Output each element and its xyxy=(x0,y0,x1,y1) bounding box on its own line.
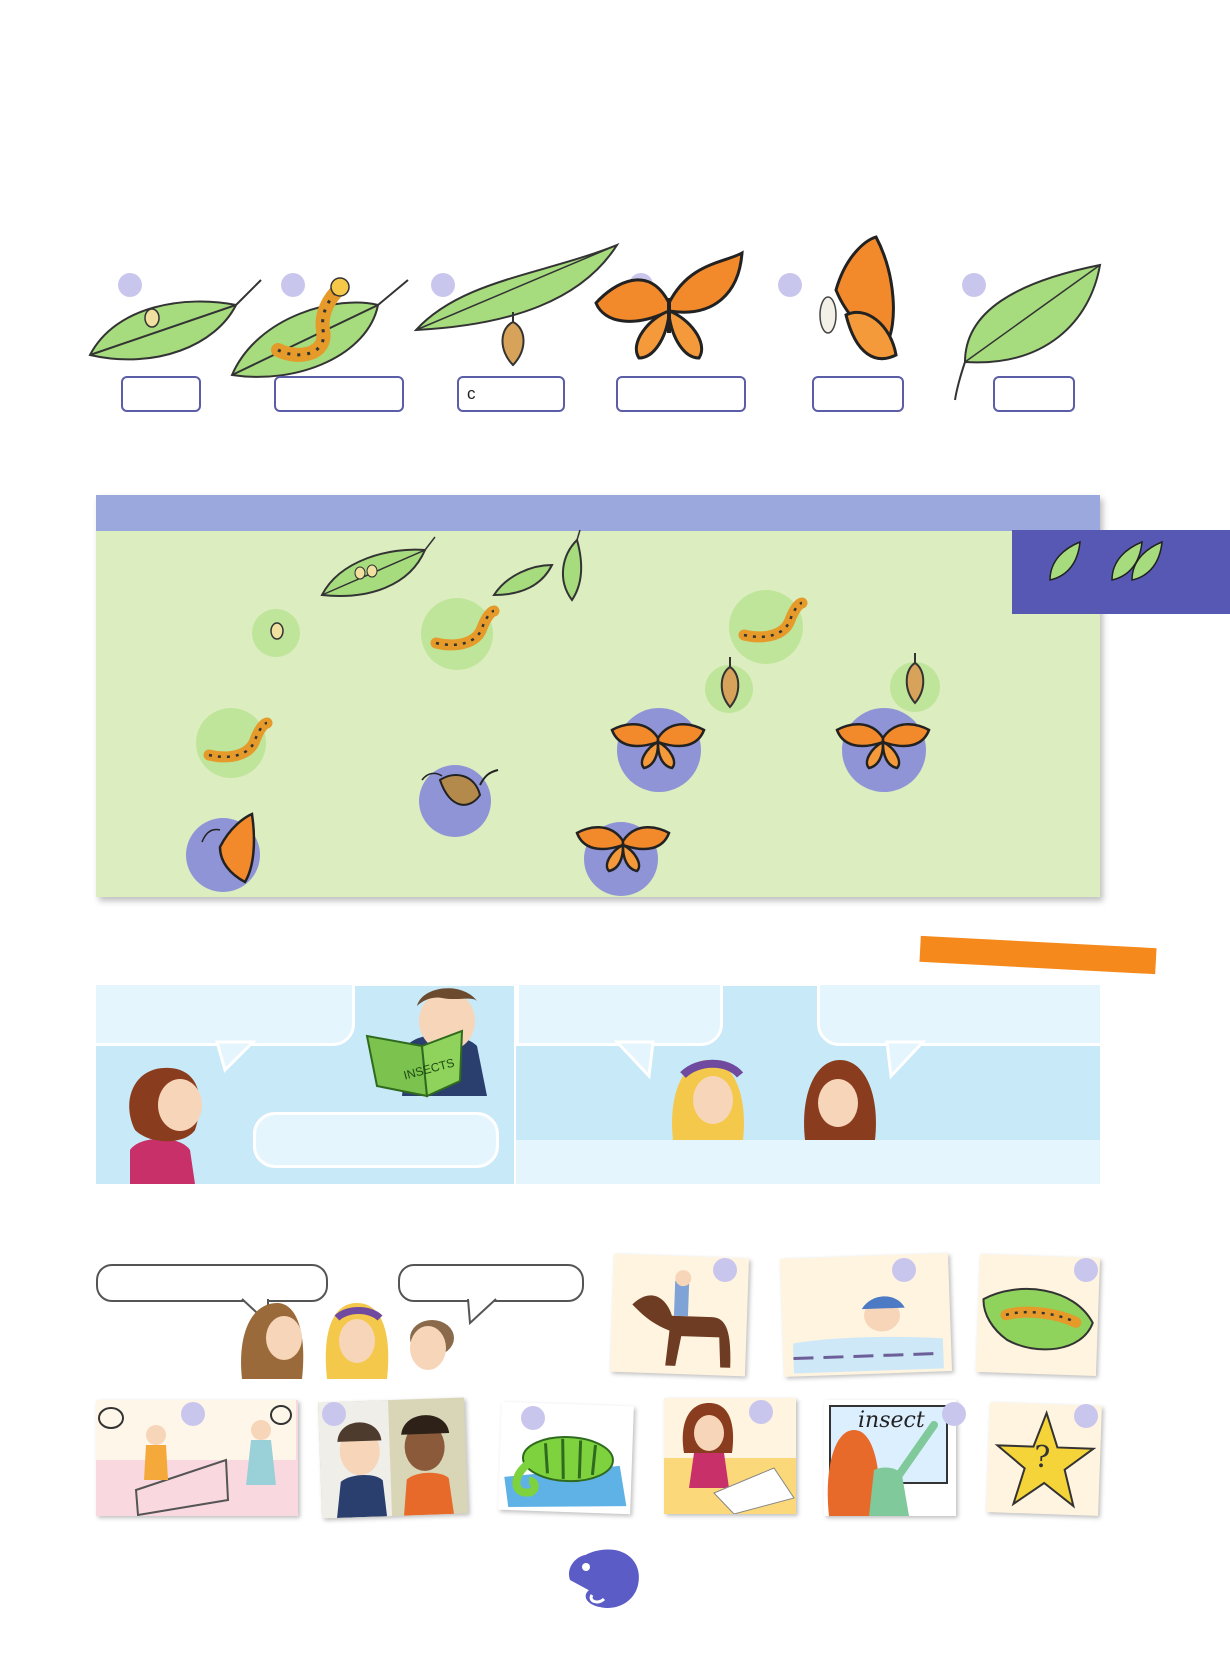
swimmer-icon xyxy=(792,1296,944,1374)
answer-box-2[interactable] xyxy=(274,376,404,412)
number-circle-pic-6 xyxy=(521,1406,545,1430)
butterfly-icon xyxy=(594,250,744,360)
caterpillar-icon xyxy=(738,597,808,643)
chrysalis-icon xyxy=(720,657,740,709)
chameleon-picture[interactable] xyxy=(498,1401,634,1515)
bubble-tail-1 xyxy=(215,1040,257,1073)
number-circle-pic-8 xyxy=(942,1402,966,1426)
leaf-with-chrysalis-icon xyxy=(413,242,620,367)
chameleon-mascot-icon xyxy=(569,1549,639,1609)
answer-box-6[interactable] xyxy=(993,376,1075,412)
egg-icon xyxy=(270,622,284,640)
speech-bubble-4 xyxy=(817,982,1103,1046)
number-circle-pic-2 xyxy=(892,1258,916,1282)
number-circle-pic-1 xyxy=(713,1258,737,1282)
butterfly-icon xyxy=(835,723,931,770)
leaf-with-eggs-icon xyxy=(320,536,436,597)
white-bubble-tail-2 xyxy=(467,1298,497,1326)
girl-character xyxy=(804,1060,876,1140)
swimming-picture[interactable] xyxy=(779,1253,953,1377)
orange-strip xyxy=(919,935,1157,975)
butterfly-emerging-icon xyxy=(819,235,898,361)
girl-drawing-icon xyxy=(664,1398,796,1514)
speech-bubble-2 xyxy=(253,1112,499,1168)
answer-box-1[interactable] xyxy=(121,376,201,412)
answer-box-3[interactable]: c xyxy=(457,376,565,412)
whiteboard-text: insect xyxy=(858,1408,925,1433)
answer-box-5[interactable] xyxy=(812,376,904,412)
girl-headband-character xyxy=(672,1059,744,1140)
butterfly-emerging-icon xyxy=(421,769,499,806)
answer-box-4[interactable] xyxy=(616,376,746,412)
chrysalis-icon xyxy=(905,653,925,705)
girl-drawing-picture[interactable] xyxy=(664,1398,796,1514)
caterpillar-icon xyxy=(430,605,500,651)
caterpillar-icon xyxy=(203,717,273,763)
two-leaves-icon xyxy=(492,529,583,602)
bubble-tail-4 xyxy=(885,1040,927,1080)
speech-bubble-3 xyxy=(516,982,723,1046)
number-circle-5 xyxy=(778,273,802,297)
leaf-counter-icon xyxy=(1049,540,1163,581)
butterfly-resting-icon xyxy=(201,812,256,884)
number-circle-pic-7 xyxy=(749,1400,773,1424)
girl-character xyxy=(129,1067,202,1184)
leaf-with-egg-icon xyxy=(88,279,262,361)
children-group xyxy=(241,1303,454,1379)
number-circle-pic-9 xyxy=(1074,1404,1098,1428)
horse-icon xyxy=(632,1270,731,1368)
chameleon-icon xyxy=(504,1436,627,1508)
star-question-mark: ? xyxy=(1033,1439,1051,1476)
butterfly-icon xyxy=(575,826,671,873)
board-game-header xyxy=(96,495,1100,531)
bubble-tail-3 xyxy=(613,1040,655,1080)
speech-bubble-1 xyxy=(93,982,355,1046)
panel-bottom-strip xyxy=(516,1140,1100,1184)
boy-reading-character xyxy=(365,988,487,1098)
leaf-with-caterpillar-icon xyxy=(230,277,409,378)
counter-tab xyxy=(1012,530,1230,614)
number-circle-pic-3 xyxy=(1074,1258,1098,1282)
whiteboard-picture[interactable]: insect xyxy=(824,1400,956,1516)
number-circle-pic-4 xyxy=(181,1402,205,1426)
butterfly-icon xyxy=(610,723,706,770)
number-circle-pic-5 xyxy=(322,1402,346,1426)
